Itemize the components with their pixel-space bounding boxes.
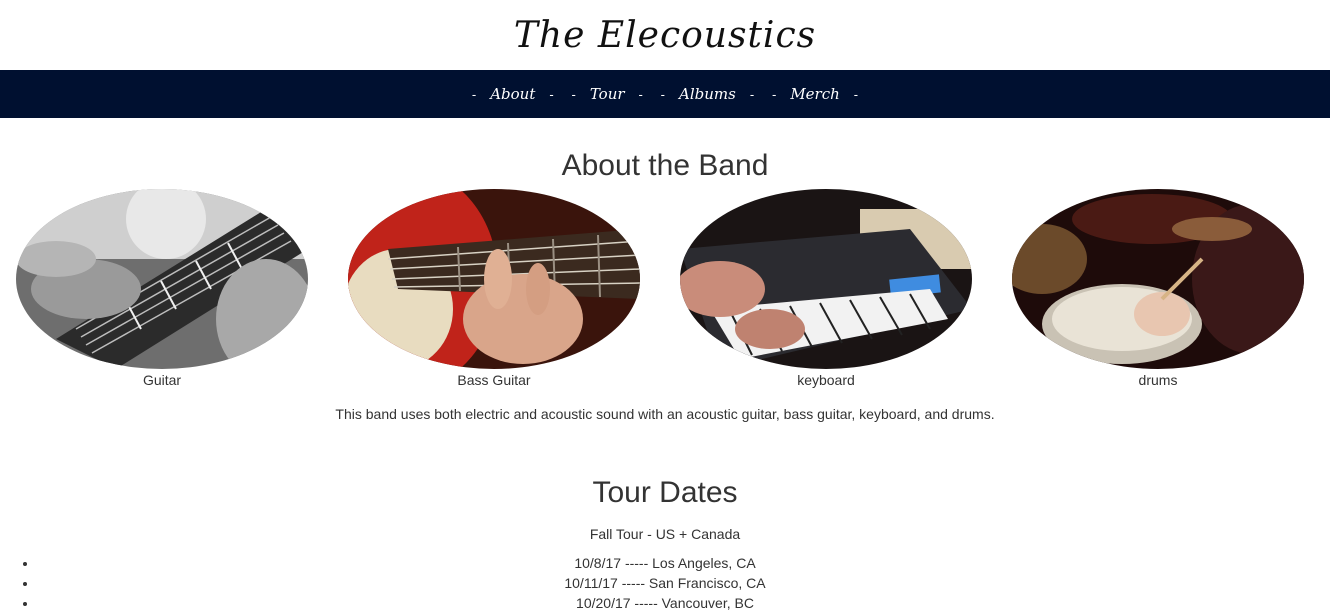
instrument-label-keyboard: keyboard bbox=[797, 372, 855, 388]
tour-date-item: 10/8/17 ----- Los Angeles, CA bbox=[38, 553, 1330, 573]
bass-guitar-photo bbox=[348, 189, 640, 369]
tour-title: Tour Dates bbox=[592, 476, 738, 509]
about-section: About the Band Guitar Bass Guitar keyboa… bbox=[0, 148, 1330, 423]
keyboard-photo bbox=[680, 189, 972, 369]
nav-dash: - bbox=[660, 86, 666, 102]
band-description: This band uses both electric and acousti… bbox=[335, 406, 995, 422]
nav-dash: - bbox=[749, 86, 755, 102]
nav-bar: - About - - Tour - - Albums - - Merch - bbox=[0, 70, 1330, 118]
instrument-label-drums: drums bbox=[1138, 372, 1178, 388]
tour-date-item: 10/11/17 ----- San Francisco, CA bbox=[38, 573, 1330, 593]
about-title: About the Band bbox=[561, 149, 769, 182]
nav-dash: - bbox=[771, 86, 777, 102]
instrument-card-keyboard: keyboard bbox=[680, 189, 972, 389]
instrument-card-bass-guitar: Bass Guitar bbox=[348, 189, 640, 389]
drums-photo bbox=[1012, 189, 1304, 369]
nav-dash: - bbox=[549, 86, 554, 102]
nav-link-tour[interactable]: Tour bbox=[590, 85, 625, 103]
guitar-photo bbox=[16, 189, 308, 369]
site-title: The Elecoustics bbox=[513, 14, 817, 56]
tour-date-list: 10/8/17 ----- Los Angeles, CA 10/11/17 -… bbox=[0, 553, 1330, 613]
instrument-card-guitar: Guitar bbox=[16, 189, 308, 389]
tour-date-item: 10/20/17 ----- Vancouver, BC bbox=[38, 593, 1330, 613]
tour-subtitle: Fall Tour - US + Canada bbox=[589, 526, 741, 542]
nav-dash: - bbox=[571, 86, 576, 102]
nav-dash: - bbox=[471, 86, 477, 102]
instrument-gallery: Guitar Bass Guitar keyboard drums bbox=[0, 189, 1330, 399]
nav-link-albums[interactable]: Albums bbox=[679, 85, 736, 103]
nav-dash: - bbox=[853, 86, 859, 102]
nav-dash: - bbox=[638, 86, 643, 102]
site-header: The Elecoustics bbox=[0, 0, 1330, 70]
instrument-card-drums: drums bbox=[1012, 189, 1304, 389]
nav-link-merch[interactable]: Merch bbox=[790, 85, 839, 103]
instrument-label-bass-guitar: Bass Guitar bbox=[457, 372, 531, 388]
instrument-label-guitar: Guitar bbox=[142, 372, 182, 388]
nav-link-about[interactable]: About bbox=[490, 85, 535, 103]
tour-section: Tour Dates Fall Tour - US + Canada 10/8/… bbox=[0, 475, 1330, 613]
